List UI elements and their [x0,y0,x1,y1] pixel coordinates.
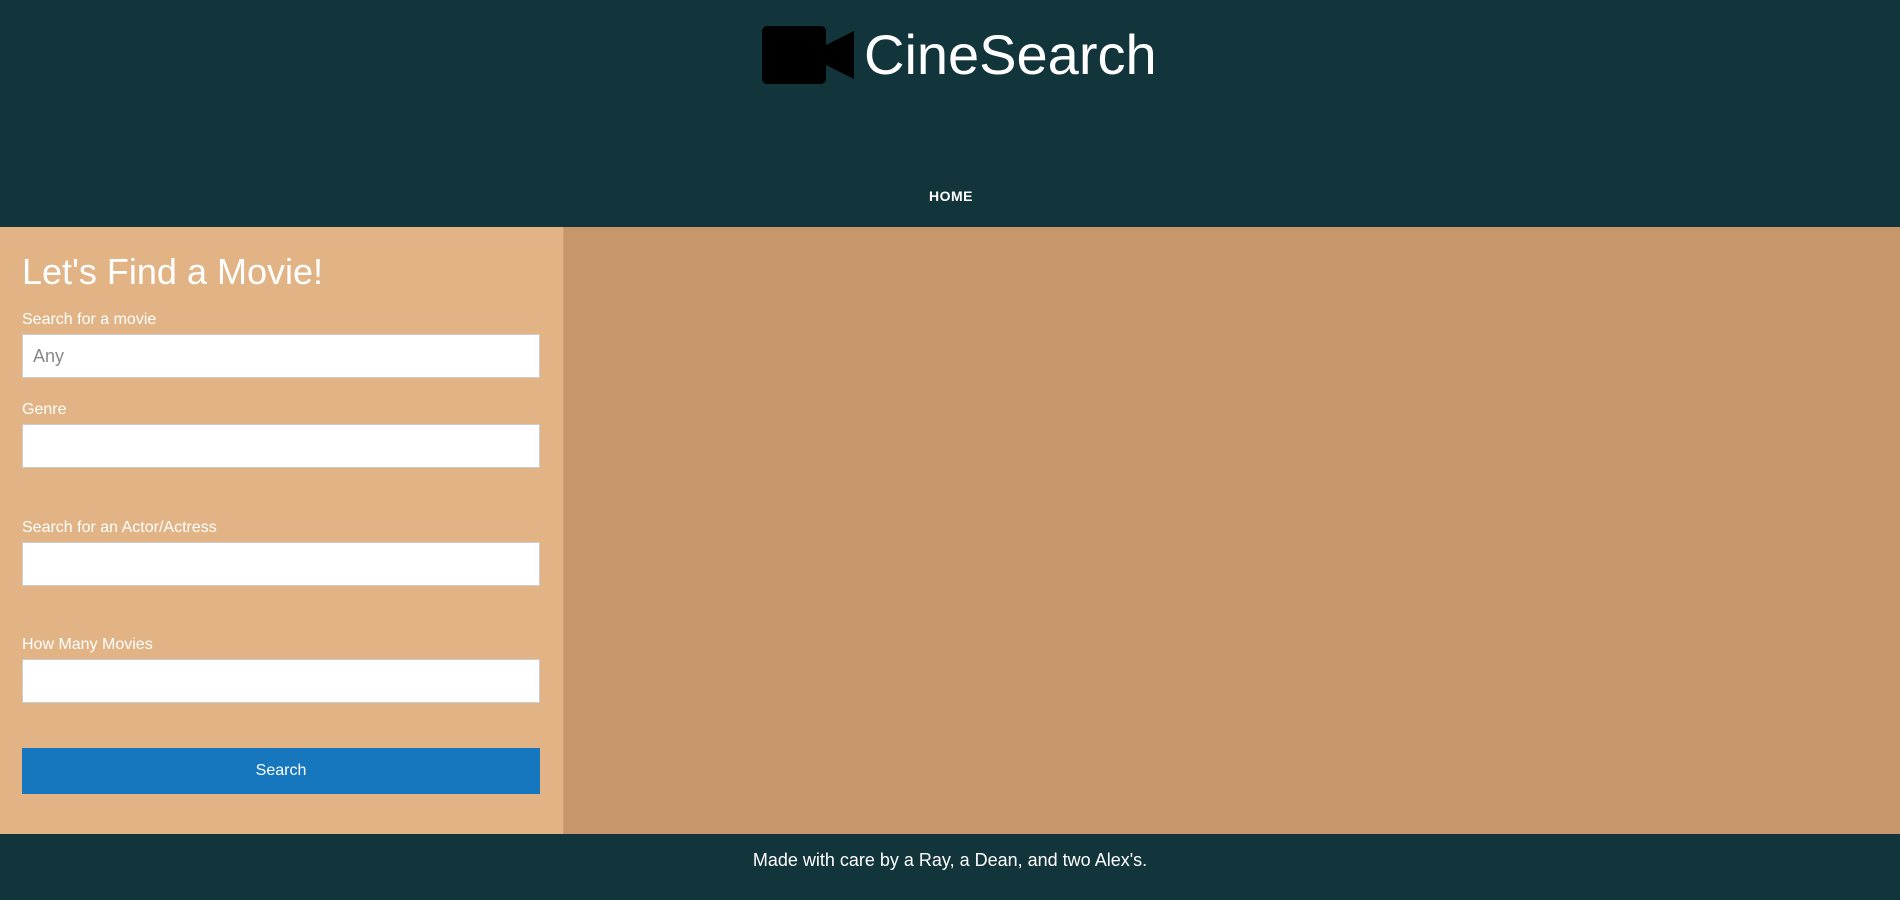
movie-search-label: Search for a movie [22,311,157,328]
results-area [564,227,1900,834]
video-camera-icon [762,26,854,84]
site-header: CineSearch HOME [0,0,1900,227]
nav-home-link[interactable]: HOME [929,188,973,204]
search-button[interactable]: Search [22,748,540,794]
actor-search-label: Search for an Actor/Actress [22,519,217,536]
footer-credit-text: Made with care by a Ray, a Dean, and two… [752,850,1148,870]
movie-count-label: How Many Movies [22,636,153,653]
site-footer: Made with care by a Ray, a Dean, and two… [0,834,1900,900]
main-nav: HOME [0,188,1900,206]
movie-search-input[interactable] [22,334,540,378]
actor-search-input[interactable] [22,542,540,586]
site-title: CineSearch [864,23,1157,86]
genre-label: Genre [22,401,67,418]
movie-count-input[interactable] [22,659,540,703]
genre-input[interactable] [22,424,540,468]
brand: CineSearch [762,22,1157,88]
search-form-heading: Let's Find a Movie! [22,251,324,292]
